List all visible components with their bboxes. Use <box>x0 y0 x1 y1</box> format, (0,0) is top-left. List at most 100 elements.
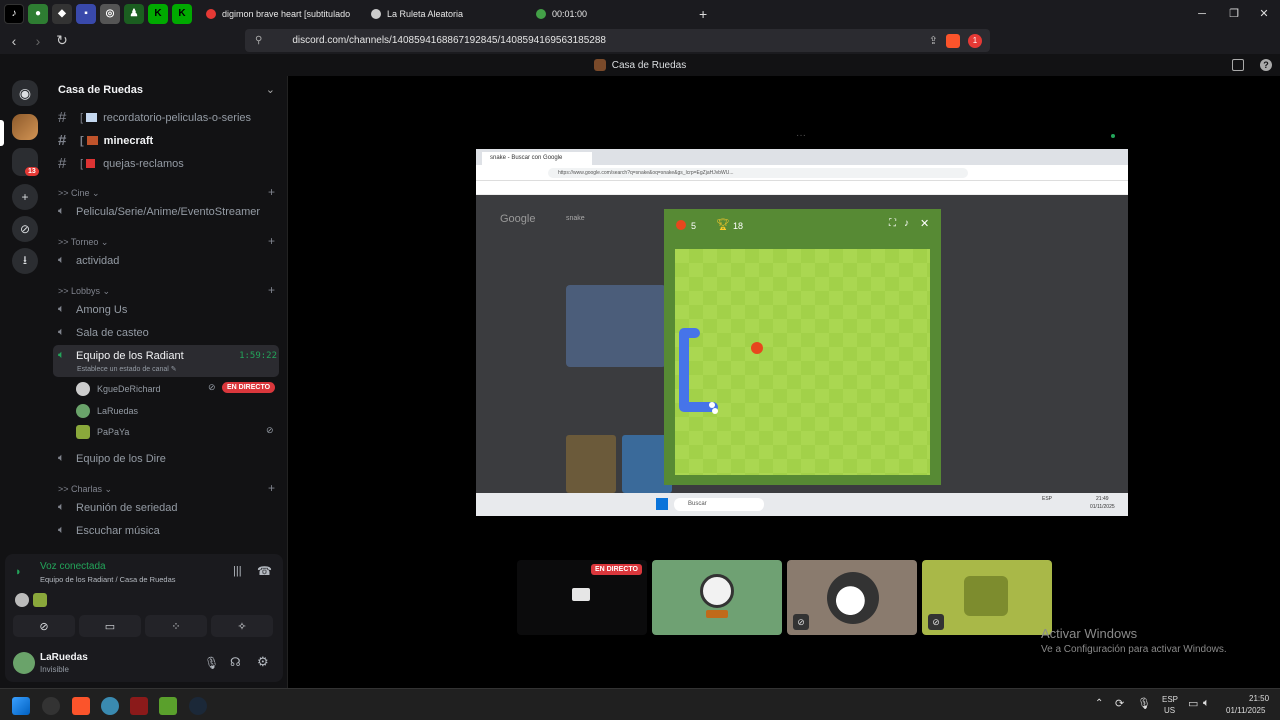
steam-icon[interactable] <box>189 697 207 715</box>
category-charlas[interactable]: >> Charlas ⌄ <box>58 484 112 495</box>
tiktok-icon[interactable]: ♪ <box>4 3 24 24</box>
add-channel-button[interactable]: + <box>268 234 275 248</box>
clock-date[interactable]: 01/11/2025 <box>1226 706 1265 715</box>
snake-field[interactable] <box>675 249 930 475</box>
download-icon[interactable]: ⭳ <box>12 248 38 274</box>
kick-icon[interactable]: K <box>148 3 168 24</box>
maximize-button[interactable]: ❐ <box>1218 0 1250 27</box>
more-icon[interactable]: ··· <box>796 130 806 141</box>
voice-location[interactable]: Equipo de los Radiant / Casa de Ruedas <box>40 575 176 584</box>
back-icon[interactable]: ‹ <box>4 33 24 49</box>
user-avatar[interactable] <box>13 652 35 674</box>
add-server-icon[interactable]: + <box>12 184 38 210</box>
participant-tile[interactable]: ⊘ <box>787 560 917 635</box>
snake-game[interactable]: 5 🏆︎ 18 ⛶ ♪ ✕ <box>664 209 941 485</box>
set-channel-status[interactable]: Establece un estado de canal ✎ <box>77 365 177 373</box>
category-cine[interactable]: >> Cine ⌄ <box>58 188 100 199</box>
kick-icon[interactable]: K <box>172 3 192 24</box>
headphones-icon[interactable]: ☊ <box>230 655 241 669</box>
brave-icon[interactable] <box>72 697 90 715</box>
voice-status[interactable]: Voz conectada <box>40 561 106 572</box>
url-bar[interactable]: ⚲ discord.com/channels/14085941688671928… <box>245 29 990 52</box>
activities-button[interactable]: ⁘ <box>145 615 207 637</box>
forward-icon[interactable]: › <box>28 33 48 49</box>
category-torneo[interactable]: >> Torneo ⌄ <box>58 237 108 248</box>
voice-channel[interactable]: 🔈︎ Pelicula/Serie/Anime/EventoStreamer <box>58 205 260 218</box>
soundboard-icon[interactable]: ||| <box>233 565 242 577</box>
tab-label: La Ruleta Aleatoria <box>387 8 464 19</box>
voice-channel[interactable]: 🔈︎ actividad <box>58 254 119 267</box>
app-icon[interactable] <box>42 697 60 715</box>
pinned-tab-icon[interactable]: ♟ <box>124 3 144 24</box>
pinned-tab-icon[interactable]: ◎ <box>100 3 120 24</box>
voice-channel[interactable]: 🔈︎ Among Us <box>58 303 127 316</box>
participant-tile[interactable]: ⊘ <box>922 560 1052 635</box>
language-top[interactable]: ESP <box>1162 695 1178 704</box>
close-game-icon[interactable]: ✕ <box>920 217 929 230</box>
text-channel[interactable]: # [ recordatorio-peliculas-o-series <box>58 109 251 126</box>
chevron-up-icon[interactable]: ⌃ <box>1095 698 1103 709</box>
fullscreen-icon[interactable]: ⛶ <box>889 218 896 229</box>
voice-channel[interactable]: 🔈︎ Equipo de los Dire <box>58 452 166 465</box>
inbox-icon[interactable] <box>1232 59 1244 71</box>
voice-user[interactable]: PaPaYa <box>76 425 129 439</box>
tab-timer[interactable]: 00:01:00 <box>528 0 693 27</box>
voice-channel-radiant[interactable]: 🔈︎ Equipo de los Radiant <box>58 349 184 362</box>
stream-tile[interactable]: EN DIRECTO <box>517 560 647 635</box>
close-button[interactable]: ✕ <box>1248 0 1280 27</box>
windows-start-icon[interactable] <box>12 697 30 715</box>
text-channel-active[interactable]: # [ minecraft <box>58 132 153 149</box>
voice-user[interactable]: KgueDeRichard <box>76 382 161 396</box>
brave-rewards-icon[interactable]: 1 <box>968 33 982 48</box>
discord-home-icon[interactable]: ◉ <box>12 80 38 106</box>
network-icon[interactable]: ▭ <box>1188 697 1198 710</box>
clock-time[interactable]: 21:50 <box>1249 694 1269 703</box>
text-channel[interactable]: # [ quejas-reclamos <box>58 155 184 172</box>
pinned-tab-icon[interactable]: ▪ <box>76 3 96 24</box>
pinned-tab-icon[interactable]: ● <box>28 3 48 24</box>
add-channel-button[interactable]: + <box>268 283 275 297</box>
app-icon[interactable] <box>130 697 148 715</box>
hash-icon: # <box>58 155 67 172</box>
user-name[interactable]: LaRuedas <box>40 652 88 663</box>
microphone-icon[interactable]: 🎙︎ <box>1137 697 1151 710</box>
new-tab-button[interactable]: + <box>699 6 707 22</box>
soundboard-button[interactable]: ✧ <box>211 615 273 637</box>
reload-icon[interactable]: ↻ <box>52 32 72 49</box>
disconnect-icon[interactable]: ☎ <box>257 564 272 578</box>
settings-gear-icon[interactable]: ⚙ <box>257 654 269 670</box>
minecraft-icon[interactable] <box>159 697 177 715</box>
brave-shield-icon[interactable] <box>946 33 960 48</box>
voice-user[interactable]: LaRuedas <box>76 404 138 418</box>
voice-channel[interactable]: 🔈︎ Escuchar música <box>58 524 160 537</box>
microphone-icon[interactable]: 🎙︎ <box>204 656 219 670</box>
camera-off-button[interactable]: ⊘ <box>13 615 75 637</box>
tab-digimon[interactable]: digimon brave heart [subtitulado <box>198 0 363 27</box>
discover-icon[interactable]: ⊘ <box>12 216 38 242</box>
volume-icon[interactable]: 🔈︎ <box>1203 697 1210 710</box>
live-badge: EN DIRECTO <box>590 564 642 575</box>
signal-icon[interactable]: ◗ <box>15 566 22 578</box>
url-text[interactable]: discord.com/channels/1408594168867192845… <box>292 35 606 46</box>
screen-share-button[interactable]: ▭ <box>79 615 141 637</box>
voice-channel[interactable]: 🔈︎ Sala de casteo <box>58 326 149 339</box>
pinned-tab-icon[interactable]: ◆ <box>52 3 72 24</box>
share-icon[interactable]: ⇪ <box>929 34 938 47</box>
server-casa-de-ruedas[interactable] <box>12 114 38 140</box>
watermark-subtitle: Ve a Configuración para activar Windows. <box>1041 644 1227 655</box>
help-icon[interactable]: ? <box>1260 59 1272 71</box>
minimize-button[interactable]: ─ <box>1186 0 1218 27</box>
language-bottom[interactable]: US <box>1164 706 1175 715</box>
add-channel-button[interactable]: + <box>268 185 275 199</box>
add-channel-button[interactable]: + <box>268 481 275 495</box>
volume-icon[interactable]: ♪ <box>904 218 909 229</box>
category-lobbys[interactable]: >> Lobbys ⌄ <box>58 286 110 297</box>
app-icon[interactable] <box>101 697 119 715</box>
voice-channel[interactable]: 🔈︎ Reunión de seriedad <box>58 501 178 514</box>
participant-tile[interactable] <box>652 560 782 635</box>
site-info-icon[interactable]: ⚲ <box>255 35 262 46</box>
tab-ruleta[interactable]: La Ruleta Aleatoria <box>363 0 528 27</box>
server-name[interactable]: Casa de Ruedas <box>58 84 143 96</box>
chevron-down-icon[interactable]: ⌄ <box>266 83 275 96</box>
sync-icon[interactable]: ⟳ <box>1115 697 1124 710</box>
